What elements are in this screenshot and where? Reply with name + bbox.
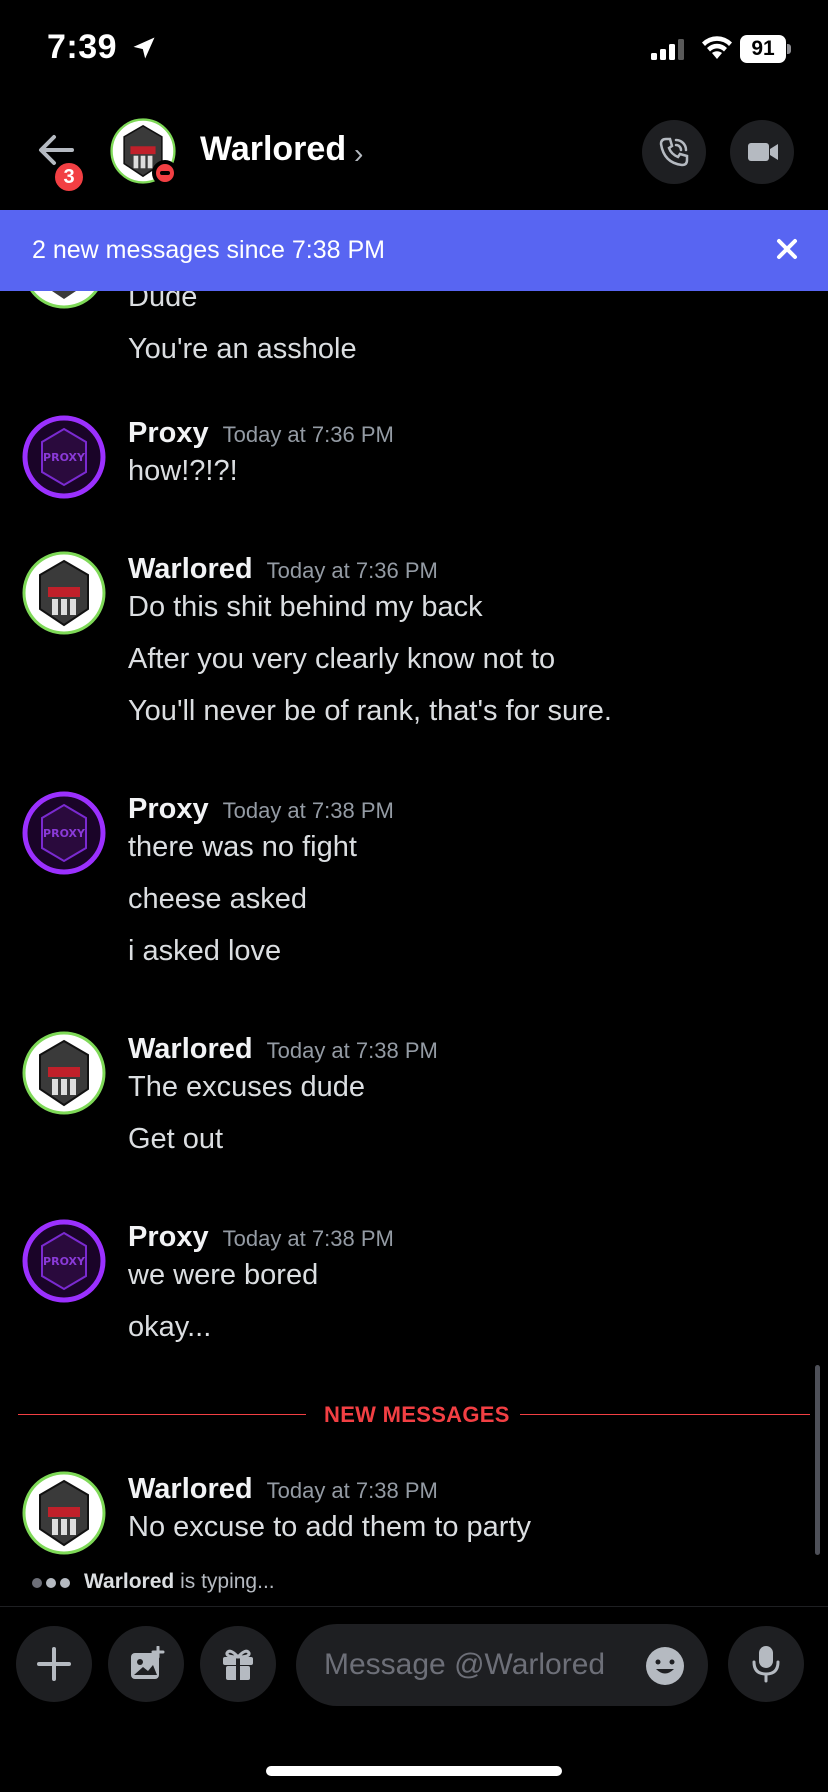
author-name: Warlored bbox=[128, 1033, 253, 1065]
message-timestamp: Today at 7:36 PM bbox=[222, 422, 394, 447]
message-timestamp: Today at 7:38 PM bbox=[266, 1038, 438, 1063]
video-call-button[interactable] bbox=[730, 120, 794, 184]
warlored-avatar[interactable] bbox=[22, 551, 106, 635]
proxy-avatar[interactable]: PROXY bbox=[22, 1219, 106, 1303]
message-text: Dude bbox=[128, 291, 198, 313]
gift-icon bbox=[223, 1649, 253, 1680]
image-icon bbox=[131, 1646, 165, 1679]
message-timestamp: Today at 7:36 PM bbox=[266, 558, 438, 583]
dnd-status-icon bbox=[152, 160, 178, 186]
message-text: how!?!?! bbox=[128, 455, 238, 487]
proxy-avatar[interactable]: PROXY bbox=[22, 791, 106, 875]
proxy-avatar-text: PROXY bbox=[43, 827, 86, 840]
message-text: You'll never be of rank, that's for sure… bbox=[128, 695, 612, 727]
message-text: No excuse to add them to party bbox=[128, 1511, 531, 1543]
message-author: Warlored Today at 7:36 PM bbox=[128, 553, 438, 586]
new-messages-banner-text: 2 new messages since 7:38 PM bbox=[32, 236, 385, 264]
author-name: Warlored bbox=[128, 1473, 253, 1505]
new-messages-banner[interactable]: 2 new messages since 7:38 PM bbox=[0, 210, 828, 291]
message-author: Warlored Today at 7:38 PM bbox=[128, 1033, 438, 1066]
wifi-icon bbox=[702, 36, 732, 59]
message-timestamp: Today at 7:38 PM bbox=[222, 798, 394, 823]
message-text: we were bored bbox=[128, 1259, 319, 1291]
battery-level: 91 bbox=[740, 35, 786, 63]
microphone-icon bbox=[752, 1646, 780, 1683]
channel-title[interactable]: Warlored bbox=[200, 130, 346, 169]
home-indicator[interactable] bbox=[266, 1766, 562, 1776]
new-messages-divider-line bbox=[18, 1414, 306, 1415]
author-name: Proxy bbox=[128, 793, 209, 825]
new-messages-divider-label: NEW MESSAGES bbox=[324, 1402, 510, 1427]
message-text: Get out bbox=[128, 1123, 224, 1155]
proxy-avatar[interactable]: PROXY bbox=[22, 415, 106, 499]
message-timestamp: Today at 7:38 PM bbox=[266, 1478, 438, 1503]
phone-icon bbox=[659, 137, 689, 167]
typing-user: Warlored bbox=[84, 1570, 175, 1593]
composer-divider bbox=[0, 1606, 828, 1607]
author-name: Warlored bbox=[128, 553, 253, 585]
message-timestamp: Today at 7:38 PM bbox=[222, 1226, 394, 1251]
message-input[interactable]: Message @Warlored bbox=[296, 1624, 708, 1706]
message-input-placeholder: Message @Warlored bbox=[324, 1648, 606, 1681]
channel-header: 3 Warlored › bbox=[0, 100, 828, 210]
warlored-avatar[interactable] bbox=[22, 1471, 106, 1555]
location-arrow-icon bbox=[133, 37, 155, 59]
message-text: okay... bbox=[128, 1311, 212, 1343]
message-text: i asked love bbox=[128, 935, 282, 967]
video-camera-icon bbox=[748, 143, 778, 161]
voice-message-button[interactable] bbox=[728, 1626, 804, 1702]
plus-icon bbox=[37, 1647, 71, 1681]
gift-button[interactable] bbox=[200, 1626, 276, 1702]
message-text: You're an asshole bbox=[128, 333, 357, 365]
battery-tip bbox=[787, 44, 791, 54]
message-author: Proxy Today at 7:38 PM bbox=[128, 793, 394, 826]
close-icon[interactable] bbox=[772, 234, 802, 264]
message-author: Proxy Today at 7:36 PM bbox=[128, 417, 394, 450]
message-text: there was no fight bbox=[128, 831, 357, 863]
typing-indicator: Warlored is typing... bbox=[32, 1570, 275, 1594]
message-text: The excuses dude bbox=[128, 1071, 365, 1103]
warlored-avatar[interactable] bbox=[22, 1031, 106, 1115]
message-text: After you very clearly know not to bbox=[128, 643, 556, 675]
chevron-right-icon[interactable]: › bbox=[354, 138, 363, 170]
typing-dots-icon bbox=[32, 1570, 74, 1594]
unread-badge: 3 bbox=[52, 160, 86, 194]
author-name: Proxy bbox=[128, 1221, 209, 1253]
voice-call-button[interactable] bbox=[642, 120, 706, 184]
cellular-signal-icon bbox=[651, 39, 684, 60]
status-bar: 7:39 91 bbox=[0, 0, 828, 100]
scrollbar[interactable] bbox=[815, 1365, 820, 1555]
warlored-avatar[interactable] bbox=[22, 291, 106, 309]
message-text: cheese asked bbox=[128, 883, 307, 915]
typing-suffix: is typing... bbox=[174, 1570, 275, 1593]
message-author: Warlored Today at 7:38 PM bbox=[128, 1473, 438, 1506]
new-messages-divider-line bbox=[520, 1414, 810, 1415]
proxy-avatar-text: PROXY bbox=[43, 451, 86, 464]
proxy-avatar-text: PROXY bbox=[43, 1255, 86, 1268]
image-picker-button[interactable] bbox=[108, 1626, 184, 1702]
author-name: Proxy bbox=[128, 417, 209, 449]
status-time: 7:39 bbox=[47, 28, 118, 66]
add-attachment-button[interactable] bbox=[16, 1626, 92, 1702]
message-text: Do this shit behind my back bbox=[128, 591, 483, 623]
emoji-icon[interactable] bbox=[644, 1645, 686, 1687]
battery-indicator: 91 bbox=[740, 35, 791, 63]
message-author: Proxy Today at 7:38 PM bbox=[128, 1221, 394, 1254]
